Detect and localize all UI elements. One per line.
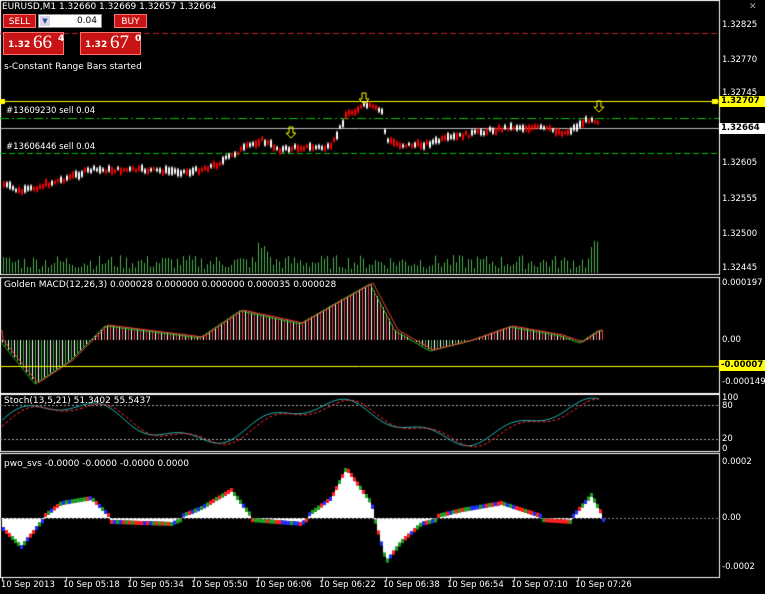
close-icon[interactable]: ✕ [749,2,757,12]
price-axis-label: 1.32555 [722,194,758,204]
buy-button[interactable]: BUY [114,14,147,28]
status-text: s-Constant Range Bars started [4,62,142,72]
buy-quote-button[interactable]: 1.32 67 0 [80,32,141,55]
time-axis-label: 10 Sep 06:22 [319,580,376,590]
time-axis-label: 10 Sep 06:38 [383,580,440,590]
chart-canvas[interactable] [0,0,765,594]
price-axis-label: 1.32825 [722,20,758,30]
time-axis-label: 10 Sep 05:50 [191,580,248,590]
current-price-box: 1.32664 [719,123,765,134]
macd-axis-label: 0.000197 [722,278,763,288]
stoch-label: Stoch(13,5,21) 51.3402 55.5437 [4,396,151,406]
one-click-trading-panel: SELL ▼ 0.04 BUY 1.32 66 4 1.32 67 0 [3,14,147,58]
price-axis-label: 1.32445 [722,263,758,273]
sell-price-fraction: 4 [58,34,65,44]
sell-price-pips: 66 [33,32,52,53]
macd-value-box: -0.00007 [719,360,765,371]
macd-label: Golden MACD(12,26,3) 0.000028 0.000000 0… [4,280,337,290]
chevron-down-icon[interactable]: ▼ [40,16,50,26]
time-axis-label: 10 Sep 05:18 [63,580,120,590]
order-label-1[interactable]: #13609230 sell 0.04 [6,106,95,116]
pwo-label: pwo_svs -0.0000 -0.0000 -0.0000 0.0000 [4,459,189,469]
lot-size-value: 0.04 [76,16,97,26]
time-axis-label: 10 Sep 2013 [1,580,55,590]
order-label-2[interactable]: #13606446 sell 0.04 [6,142,95,152]
sell-price-prefix: 1.32 [8,40,31,50]
price-axis-label: 1.32770 [722,55,758,65]
pwo-axis-label: -0.0002 [722,562,755,572]
time-axis-label: 10 Sep 06:54 [447,580,504,590]
stoch-axis-label: 80 [722,401,733,411]
sell-quote-button[interactable]: 1.32 66 4 [3,32,64,55]
buy-price-prefix: 1.32 [85,40,108,50]
stoch-axis-label: 0 [722,444,728,454]
macd-axis-label: -0.000149 [722,377,765,387]
sell-button[interactable]: SELL [3,14,36,28]
lot-size-input[interactable]: ▼ 0.04 [38,14,102,28]
pwo-axis-label: 0.00 [722,513,741,523]
time-axis-label: 10 Sep 07:26 [575,580,632,590]
macd-axis-label: 0.00 [722,335,741,345]
level-price-box: 1.32707 [719,96,765,107]
symbol-header: EURUSD,M1 1.32660 1.32669 1.32657 1.3266… [2,2,217,12]
pwo-axis-label: 0.0002 [722,457,752,467]
price-axis-label: 1.32605 [722,158,758,168]
time-axis-label: 10 Sep 07:10 [511,580,568,590]
stoch-axis-label: 20 [722,434,733,444]
buy-price-pips: 67 [110,32,129,53]
price-axis-label: 1.32500 [722,229,758,239]
buy-price-fraction: 0 [135,34,142,44]
time-axis-label: 10 Sep 06:06 [255,580,312,590]
time-axis-label: 10 Sep 05:34 [127,580,184,590]
